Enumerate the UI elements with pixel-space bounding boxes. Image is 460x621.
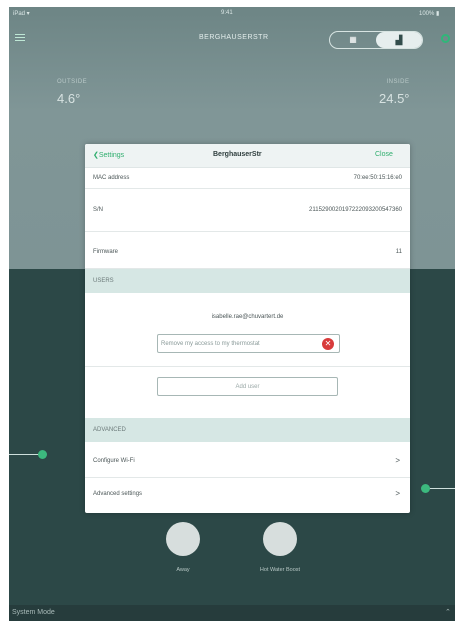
- inside-temperature: INSIDE 24.5°: [379, 79, 410, 106]
- inside-label: INSIDE: [386, 79, 410, 85]
- users-section-label: USERS: [93, 278, 114, 284]
- settings-modal: ❮Settings BerghauserStr Close MAC addres…: [85, 144, 410, 513]
- wire-right: [429, 488, 455, 489]
- divider: [85, 366, 410, 367]
- serial-label: S/N: [93, 207, 104, 213]
- inside-value: 24.5°: [379, 91, 410, 106]
- hot-water-button[interactable]: [263, 522, 297, 556]
- away-label: Away: [176, 567, 190, 573]
- advanced-settings-label: Advanced settings: [93, 491, 143, 497]
- chart-view-button[interactable]: ▟: [376, 32, 422, 48]
- grid-view-button[interactable]: ▦: [330, 32, 376, 48]
- users-section-header: USERS: [85, 269, 410, 293]
- wire-dot-right: [421, 484, 430, 493]
- wire-left: [9, 454, 40, 455]
- hot-water-label: Hot Water Boost: [259, 567, 301, 573]
- firmware-row: Firmware 11: [85, 232, 410, 269]
- view-toggle[interactable]: ▦ ▟: [329, 31, 423, 49]
- configure-wifi-row[interactable]: Configure Wi-Fi >: [85, 443, 410, 478]
- nav-bar: BERGHAUSERSTR ▦ ▟: [9, 25, 455, 53]
- firmware-label: Firmware: [93, 249, 118, 255]
- wire-dot-left: [38, 450, 47, 459]
- advanced-section-label: ADVANCED: [93, 427, 126, 433]
- status-bar: iPad ▾ 9:41 100% ▮: [9, 7, 455, 21]
- mac-row: MAC address 70:ee:50:15:16:e0: [85, 168, 410, 189]
- user-email: isabelle.rae@chuvartert.de: [211, 314, 284, 320]
- outside-value: 4.6°: [57, 91, 81, 106]
- system-mode-bar[interactable]: System Mode ⌃: [9, 605, 455, 621]
- remove-icon[interactable]: ✕: [322, 338, 334, 350]
- modal-title: BerghauserStr: [213, 151, 262, 158]
- back-button[interactable]: ❮Settings: [93, 151, 124, 159]
- configure-wifi-label: Configure Wi-Fi: [93, 458, 135, 464]
- advanced-section-header: ADVANCED: [85, 418, 410, 442]
- remove-access-text: Remove my access to my thermostat: [161, 341, 260, 347]
- chevron-right-icon: >: [395, 456, 400, 465]
- status-battery: 100% ▮: [419, 11, 440, 17]
- away-button[interactable]: [166, 522, 200, 556]
- page-title: BERGHAUSERSTR: [199, 34, 269, 41]
- system-mode-label: System Mode: [12, 609, 55, 616]
- chevron-right-icon: >: [395, 489, 400, 498]
- serial-row: S/N 2115290020197222093200547360: [85, 189, 410, 232]
- status-device: iPad ▾: [13, 11, 30, 17]
- add-user-button[interactable]: Add user: [157, 377, 338, 396]
- close-button[interactable]: Close: [375, 151, 393, 158]
- serial-value: 2115290020197222093200547360: [309, 207, 402, 213]
- firmware-value: 11: [395, 249, 402, 255]
- chevron-up-icon: ⌃: [445, 609, 451, 616]
- mac-label: MAC address: [93, 175, 130, 181]
- remove-access-field[interactable]: Remove my access to my thermostat ✕: [157, 334, 340, 353]
- menu-icon[interactable]: [15, 34, 25, 42]
- modal-header: ❮Settings BerghauserStr Close: [85, 144, 410, 168]
- device-screen: iPad ▾ 9:41 100% ▮ BERGHAUSERSTR ▦ ▟ OUT…: [9, 7, 455, 621]
- back-label: Settings: [98, 152, 125, 159]
- status-time: 9:41: [221, 10, 233, 16]
- outside-label: OUTSIDE: [57, 79, 88, 85]
- advanced-settings-row[interactable]: Advanced settings >: [85, 478, 410, 512]
- gear-icon[interactable]: [441, 34, 450, 43]
- mac-value: 70:ee:50:15:16:e0: [353, 175, 402, 181]
- outside-temperature: OUTSIDE 4.6°: [57, 79, 87, 106]
